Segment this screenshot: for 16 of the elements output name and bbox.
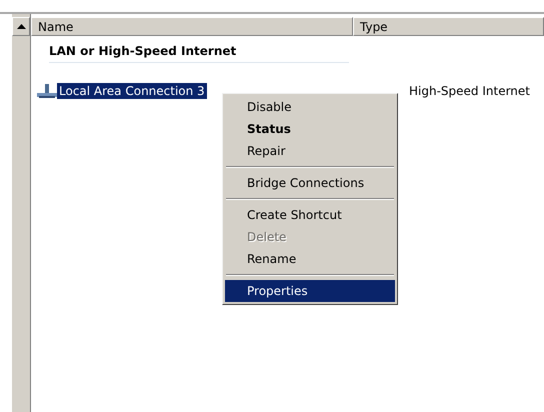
column-header[interactable]: Name xyxy=(31,17,353,36)
up-arrow-icon xyxy=(16,24,26,29)
scroll-up-button[interactable] xyxy=(12,17,30,36)
scrollbar[interactable] xyxy=(12,14,31,412)
menu-item[interactable]: Create Shortcut xyxy=(225,204,395,226)
menu-item[interactable]: Rename xyxy=(225,248,395,270)
menu-item[interactable]: Disable xyxy=(225,96,395,118)
connection-name[interactable]: Local Area Connection 3 xyxy=(57,83,207,99)
connection-type: High-Speed Internet xyxy=(409,84,530,98)
menu-item[interactable]: Repair xyxy=(225,140,395,162)
menu-item[interactable]: Properties xyxy=(225,280,395,302)
menu-item[interactable]: Bridge Connections xyxy=(225,172,395,194)
network-icon xyxy=(37,84,57,98)
menu-item[interactable]: Status xyxy=(225,118,395,140)
group-heading: LAN or High-Speed Internet xyxy=(49,44,349,63)
column-header[interactable]: Type xyxy=(353,17,544,36)
